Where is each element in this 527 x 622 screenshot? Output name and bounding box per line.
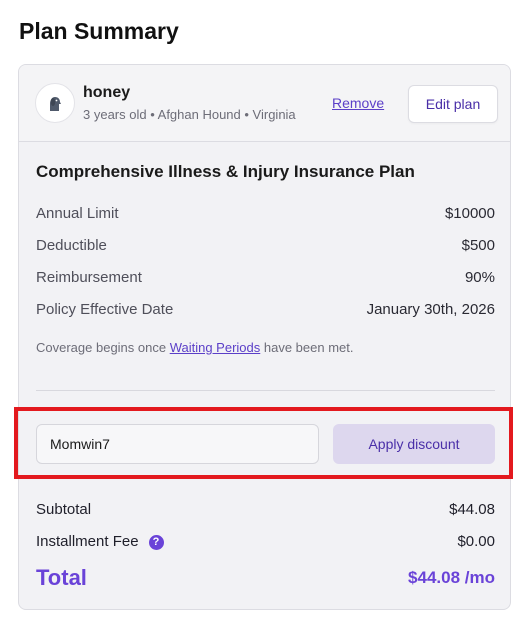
- detail-value: $500: [461, 237, 495, 254]
- coverage-note: Coverage begins once Waiting Periods hav…: [36, 340, 354, 355]
- dog-icon: [50, 97, 61, 111]
- detail-value: $10000: [444, 205, 495, 222]
- plan-summary-card: honey 3 years old • Afghan Hound • Virgi…: [18, 64, 511, 610]
- detail-row-annual-limit: Annual Limit $10000: [36, 205, 495, 222]
- waiting-periods-link[interactable]: Waiting Periods: [170, 340, 261, 355]
- total-value: $44.08 /mo: [408, 568, 495, 587]
- installment-fee-label-group: Installment Fee?: [36, 533, 164, 550]
- detail-label: Annual Limit: [36, 205, 119, 222]
- plan-name: Comprehensive Illness & Injury Insurance…: [36, 162, 415, 181]
- detail-value: January 30th, 2026: [366, 301, 495, 318]
- apply-discount-button[interactable]: Apply discount: [333, 424, 495, 464]
- detail-row-reimbursement: Reimbursement 90%: [36, 269, 495, 286]
- pet-details: 3 years old • Afghan Hound • Virginia: [83, 107, 296, 122]
- subtotal-row: Subtotal $44.08: [36, 501, 495, 518]
- installment-fee-label: Installment Fee: [36, 533, 139, 550]
- installment-fee-row: Installment Fee? $0.00: [36, 533, 495, 550]
- coverage-prefix: Coverage begins once: [36, 340, 170, 355]
- coverage-suffix: have been met.: [260, 340, 354, 355]
- detail-label: Reimbursement: [36, 269, 142, 286]
- pet-name: honey: [83, 84, 131, 101]
- subtotal-value: $44.08: [449, 501, 495, 518]
- divider: [36, 390, 495, 391]
- subtotal-label: Subtotal: [36, 501, 92, 518]
- total-label: Total: [36, 565, 87, 590]
- dog-avatar: [35, 83, 75, 123]
- page-title: Plan Summary: [19, 18, 179, 44]
- remove-pet-link[interactable]: Remove: [332, 95, 384, 111]
- help-icon[interactable]: ?: [148, 534, 164, 550]
- detail-label: Policy Effective Date: [36, 301, 174, 318]
- pet-header: honey 3 years old • Afghan Hound • Virgi…: [19, 65, 510, 142]
- detail-row-effective-date: Policy Effective Date January 30th, 2026: [36, 301, 495, 318]
- detail-row-deductible: Deductible $500: [36, 237, 495, 254]
- detail-value: 90%: [464, 269, 495, 286]
- detail-label: Deductible: [36, 237, 107, 254]
- edit-plan-button[interactable]: Edit plan: [408, 85, 498, 123]
- discount-code-input[interactable]: [36, 424, 319, 464]
- total-row: Total $44.08 /mo: [36, 565, 495, 591]
- installment-fee-value: $0.00: [457, 533, 495, 550]
